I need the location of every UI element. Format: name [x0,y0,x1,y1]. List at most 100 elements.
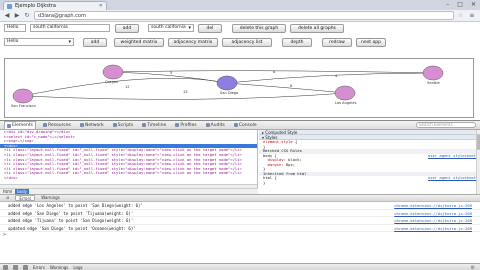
tab-scripts[interactable]: Scripts [111,121,135,129]
status-logs[interactable]: Logs [73,265,82,270]
browser-tab[interactable]: Ejemplo Dijkstra ✕ [3,1,107,10]
tab-elements[interactable]: Elements [4,121,36,129]
style-val: : 8px; [281,161,296,167]
console-line: updated edge 'San Diego' to point 'Ocean… [0,225,480,233]
console-source-link[interactable]: chrome-extension://dijkstra.js:209 [394,217,472,225]
tab-label: Resources [47,122,71,128]
console-line: added edge 'Tijuana' to point 'San Diego… [0,217,480,225]
status-errors[interactable]: Errors [33,265,45,270]
elements-panel[interactable]: ▸<div id="div-drawing"></div> ▸<select i… [0,130,258,188]
add-graph-button[interactable]: add [83,38,107,47]
edge-sandiego-losangeles [226,82,346,94]
bookmark-star-icon[interactable]: ☆ [458,12,463,19]
maximize-icon[interactable]: □ [457,1,463,8]
console-line: added edge 'Los Angeles' to point 'San D… [0,202,480,210]
style-val: { [272,175,277,180]
to-field[interactable]: south california [30,24,110,32]
back-icon[interactable]: ◀ [4,12,10,19]
delete-graph-button[interactable]: delete this graph [232,24,286,33]
node-oregon[interactable] [102,64,124,80]
tab-console[interactable]: Console [232,121,259,129]
weighted-matrix-button[interactable]: weighted matrix [114,38,164,47]
devtools-search-input[interactable]: Search Elements [416,122,476,128]
browser-tab-bar: Ejemplo Dijkstra ✕ – □ ✕ [0,0,480,10]
navigation-bar: ◀ ▶ ↻ d3iara@graph.com ☆ ≡ [0,10,480,22]
style-line: } [259,179,480,186]
status-warnings[interactable]: Warnings [50,265,69,270]
tab-audits[interactable]: Audits [204,121,227,129]
console-prompt[interactable]: > [0,232,480,239]
tab-network[interactable]: Network [78,121,106,129]
redraw-button[interactable]: redraw [322,38,352,47]
tab-label: Elements [12,123,33,128]
add-edge-button[interactable]: add [115,24,139,33]
next-app-button[interactable]: next app [356,38,386,47]
stylesheet-link[interactable]: user agent stylesheet [428,175,476,181]
tab-label: Profiles [180,122,197,128]
delete-all-graphs-button[interactable]: delete all graphs [290,24,344,33]
tab-label: Scripts [117,122,134,128]
console-source-link[interactable]: chrome-extension://dijkstra.js:209 [394,225,472,233]
resources-icon [42,123,47,127]
timeline-icon [142,123,147,127]
style-val: } [263,179,266,185]
node-label-oregon: Oregon [105,80,119,84]
developer-tools: Elements Resources Network Scripts Timel… [0,120,480,270]
graph-select[interactable]: Hello [4,38,74,46]
edge-weight-label: 8 [273,70,276,74]
node-los-angeles[interactable] [334,85,356,101]
filter-errors-button[interactable]: Errors [15,195,36,201]
node-san-diego[interactable] [216,75,238,91]
console-toggle-icon[interactable] [13,265,18,270]
vertical-scrollbar[interactable] [476,130,480,194]
tab-label: Audits [210,122,225,128]
console-source-link[interactable]: chrome-extension://dijkstra.js:209 [394,202,472,210]
devtools-tab-bar: Elements Resources Network Scripts Timel… [0,121,480,130]
graph-canvas[interactable]: San Francisco Oregon San Diego Los Angel… [4,58,474,118]
console-line: added edge 'San Diego' to point 'Tijuana… [0,210,480,218]
adjacency-matrix-button[interactable]: adjacency matrix [168,38,218,47]
edge-weight-label: 12 [125,85,130,89]
console-output[interactable]: added edge 'Los Angeles' to point 'San D… [0,202,480,262]
node-san-francisco[interactable] [12,88,34,104]
graph-select-value: Hello [7,39,19,44]
edge-sandiego-seattle [226,72,434,84]
tab-timeline[interactable]: Timeline [140,121,168,129]
dom-line[interactable]: <li class="layout-noll-fixed" id="_noll-… [0,171,257,176]
scripts-icon [112,123,117,127]
node-select[interactable]: south california [148,24,194,32]
style-prop: element.style [263,139,293,144]
clear-console-icon[interactable]: ⊘ [3,195,12,201]
tab-label: Timeline [147,122,167,128]
stylesheet-link[interactable]: user agent stylesheet [428,153,476,159]
url-text: d3iara@graph.com [38,12,86,19]
from-field[interactable]: Hello [4,24,26,32]
delete-node-button[interactable]: del [198,24,222,33]
console-source-link[interactable]: chrome-extension://dijkstra.js:209 [394,210,472,218]
node-select-value: south california [151,25,186,30]
node-seattle[interactable] [422,65,444,81]
depth-button[interactable]: depth [282,38,312,47]
minimize-icon[interactable]: – [446,1,449,8]
forward-icon[interactable]: ▶ [14,12,20,19]
address-bar[interactable]: d3iara@graph.com [34,11,454,20]
app-page: Hello south california add south califor… [0,22,480,120]
inspect-icon[interactable] [23,265,28,270]
reload-icon[interactable]: ↻ [24,12,30,19]
console-message: added edge 'Tijuana' to point 'San Diego… [8,218,134,223]
from-value: Hello [7,25,19,30]
dock-icon[interactable] [3,265,8,270]
adjacency-list-button[interactable]: adjacency list [222,38,272,47]
tab-profiles[interactable]: Profiles [173,121,198,129]
profiles-icon [175,123,180,127]
filter-warnings-button[interactable]: Warnings [38,195,63,201]
gear-icon[interactable]: ⚙ [471,265,475,270]
close-tab-icon[interactable]: ✕ [99,3,103,9]
to-value: south california [33,25,68,30]
edge-weight-label: 4 [335,74,338,78]
tab-resources[interactable]: Resources [41,121,73,129]
wrench-menu-icon[interactable]: ≡ [469,12,474,19]
close-window-icon[interactable]: ✕ [471,1,476,8]
console-icon [233,123,238,127]
dom-line[interactable]: </div> [0,175,257,181]
